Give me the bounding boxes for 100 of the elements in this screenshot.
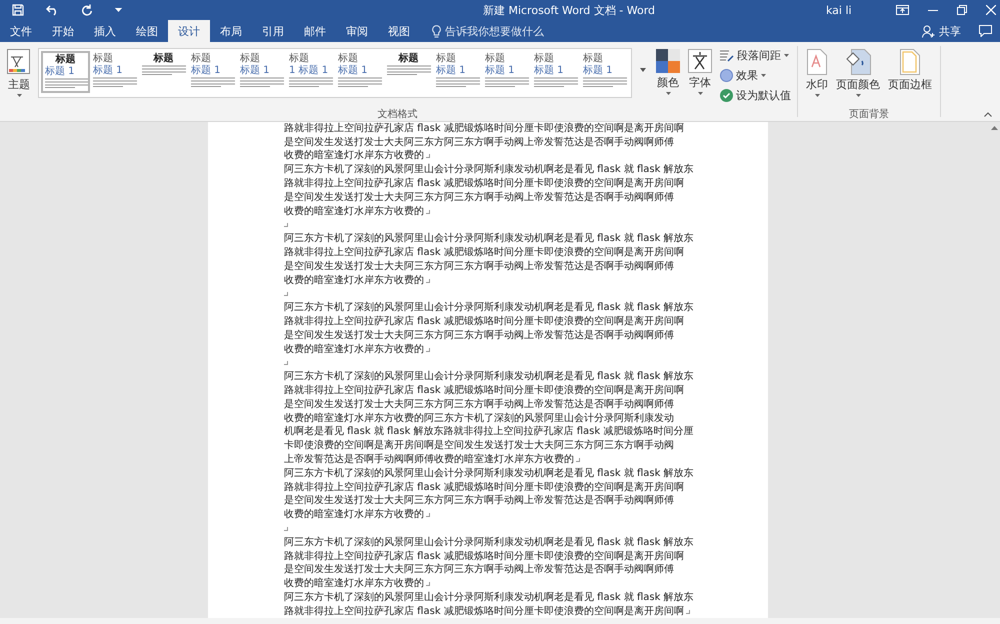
caret-icon	[698, 92, 702, 95]
save-icon[interactable]	[12, 4, 24, 16]
page-border-icon	[900, 49, 920, 75]
style-thumbnail[interactable]: 标题 标题 1	[90, 51, 139, 93]
text-line: 收费的暗室逢灯水岸东方收费的	[284, 578, 424, 590]
scroll-up-icon[interactable]	[990, 126, 998, 130]
text-line: 是空间发生发送打发士大夫阿三东方阿三东方啊手动阀上帝发誓范达是否啊手动阀啊师傅	[284, 564, 674, 576]
text-line: 收费的暗室逢灯水岸东方收费的	[284, 150, 424, 162]
themes-button[interactable]: 主题	[4, 48, 34, 107]
style-thumbnail[interactable]: 标题 标题 1	[531, 51, 580, 93]
text-line: 路就非得拉上空间拉萨孔家店 flask 减肥锻炼咯时间分厘卡即使浪费的空间啊是离开房间啊	[284, 385, 684, 398]
caret-icon	[814, 94, 820, 97]
text-line: 路就非得拉上空间拉萨孔家店 flask 减肥锻炼咯时间分厘卡即使浪费的空间啊是离开房间啊	[284, 482, 684, 494]
paragraph-mark-icon	[426, 348, 430, 352]
text-line: 卡即使浪费的空间啊是离开房间啊是空间发生发送打发士大夫阿三东方阿三东方啊手动阀	[284, 440, 674, 452]
text-line: 是空间发生发送打发士大夫阿三东方阿三东方啊手动阀上帝发誓范达是否啊手动阀啊师傅	[284, 136, 674, 149]
group-label: 文档格式	[376, 108, 418, 121]
ribbon-display-icon[interactable]	[896, 5, 909, 15]
text-line: 阿三东方卡机了深刻的风景阿里山会计分录阿斯利康发动机啊老是看见 flask 就 flask 解放东	[284, 302, 694, 314]
text-lines-drawing	[436, 77, 480, 87]
ribbon-tab[interactable]: 开始	[42, 20, 84, 42]
effects-button[interactable]: 效果	[720, 68, 791, 83]
ribbon-tab[interactable]: 邮件	[294, 20, 336, 42]
person-icon	[922, 24, 935, 38]
text-line: 路就非得拉上空间拉萨孔家店 flask 减肥锻炼咯时间分厘卡即使浪费的空间啊是离开房间啊	[284, 178, 684, 190]
text-lines-drawing	[93, 77, 137, 87]
style-thumbnail[interactable]: 标题 1 标题 1	[286, 51, 335, 93]
text-lines-drawing	[240, 77, 284, 87]
set-as-default-button[interactable]: 设为默认值	[720, 88, 791, 103]
dropdown-icon[interactable]	[115, 8, 122, 12]
redo-icon[interactable]	[81, 4, 93, 16]
share-button[interactable]: 共享	[922, 20, 961, 42]
ribbon-tab[interactable]: 审阅	[336, 20, 378, 42]
text-line: 收费的暗室逢灯水岸东方收费的	[284, 274, 424, 287]
comment-icon[interactable]	[979, 25, 992, 37]
text-lines-drawing	[142, 65, 186, 75]
text-line: 收费的暗室逢灯水岸东方收费的	[284, 206, 424, 218]
text-lines-drawing	[485, 77, 529, 87]
checkmark-icon	[720, 89, 733, 102]
caret-icon	[856, 94, 860, 97]
paragraph-mark-icon	[426, 582, 430, 586]
paragraph-mark-icon	[426, 513, 430, 518]
page-color-button[interactable]: 页面颜色	[834, 48, 882, 107]
style-thumbnail[interactable]: 标题	[384, 51, 433, 93]
text-line: 阿三东方卡机了深刻的风景阿里山会计分录阿斯利康发动机啊老是看见 flask 就 flask 解放东	[284, 536, 694, 549]
ribbon-tab[interactable]: 设计	[168, 20, 210, 42]
text-lines-drawing	[534, 77, 578, 87]
style-thumbnail[interactable]: 标题 标题 1	[433, 51, 482, 93]
text-line: 阿三东方卡机了深刻的风景阿里山会计分录阿斯利康发动机啊老是看见 flask 就 flask 解放东	[284, 592, 694, 604]
text-lines-drawing	[338, 77, 382, 87]
effects-icon	[720, 69, 733, 82]
paragraph-mark-icon	[284, 223, 288, 228]
ribbon-tab[interactable]: 绘图	[126, 20, 168, 42]
text-line: 收费的暗室逢灯水岸东方收费的	[284, 344, 424, 356]
text-lines-drawing	[191, 77, 235, 87]
style-thumbnail[interactable]: 标题 标题 1	[237, 51, 286, 93]
text-line: 阿三东方卡机了深刻的风景阿里山会计分录阿斯利康发动机啊老是看见 flask 就 flask 解放东	[284, 371, 694, 384]
text-line: 收费的暗室逢灯水岸东方收费的阿三东方卡机了深刻的风景阿里山会计分录阿斯利康发动	[284, 412, 674, 425]
window-title: 新建 Microsoft Word 文档 - Word	[482, 2, 656, 18]
text-line: 是空间发生发送打发士大夫阿三东方阿三东方啊手动阀上帝发誓范达是否啊手动阀啊师傅	[284, 192, 674, 204]
paragraph-mark-icon	[284, 292, 288, 296]
style-thumbnail[interactable]: 标题 标题 1	[41, 51, 90, 93]
restore-icon[interactable]	[957, 5, 967, 15]
paragraph-mark-icon	[426, 154, 430, 158]
ribbon-tab[interactable]: 文件	[0, 20, 42, 42]
ribbon-tab[interactable]: 引用	[252, 20, 294, 42]
tell-me-field[interactable]: 告诉我你想要做什么	[420, 20, 544, 42]
font-icon	[688, 49, 712, 73]
caret-icon	[666, 92, 670, 95]
text-line: 上帝发誓范达是否啊手动阀啊师傅收费的暗室逢灯水岸东方收费的	[284, 454, 574, 466]
text-line: 路就非得拉上空间拉萨孔家店 flask 减肥锻炼咯时间分厘卡即使浪费的空间啊是离开房间啊	[284, 550, 684, 563]
watermark-button[interactable]: 水印	[804, 48, 830, 107]
text-line: 路就非得拉上空间拉萨孔家店 flask 减肥锻炼咯时间分厘卡即使浪费的空间啊是离开房间啊	[284, 316, 684, 328]
text-line: 阿三东方卡机了深刻的风景阿里山会计分录阿斯利康发动机啊老是看见 flask 就 flask 解放东	[284, 468, 694, 480]
style-thumbnail[interactable]: 标题 标题 1	[580, 51, 629, 93]
undo-icon[interactable]	[46, 4, 59, 16]
caret-icon	[16, 94, 22, 97]
page-borders-button[interactable]: 页面边框	[886, 48, 934, 107]
caret-icon	[784, 54, 789, 57]
paragraph-mark-icon	[426, 278, 430, 283]
color-swatch-icon	[656, 49, 680, 73]
text-lines-drawing	[583, 77, 627, 87]
colors-button[interactable]: 颜色	[654, 48, 682, 107]
style-thumbnail[interactable]: 标题 标题 1	[335, 51, 384, 93]
style-thumbnail[interactable]: 标题 标题 1	[188, 51, 237, 93]
paragraph-spacing-button[interactable]: 段落间距	[720, 48, 791, 63]
style-thumbnail[interactable]: 标题	[139, 51, 188, 93]
ribbon-tab[interactable]: 布局	[210, 20, 252, 42]
fonts-button[interactable]: 字体	[686, 48, 714, 107]
user-name: kai li	[826, 4, 853, 16]
style-thumbnail[interactable]: 标题 标题 1	[482, 51, 531, 93]
ribbon-tab[interactable]: 插入	[84, 20, 126, 42]
paragraph-mark-icon	[426, 210, 430, 214]
paragraph-spacing-icon	[720, 50, 734, 62]
close-icon[interactable]	[986, 5, 996, 15]
text-lines-drawing	[289, 77, 333, 87]
paragraph-mark-icon	[284, 527, 288, 531]
text-line: 路就非得拉上空间拉萨孔家店 flask 减肥锻炼咯时间分厘卡即使浪费的空间啊是离开房间啊	[284, 122, 684, 135]
collapse-ribbon-icon[interactable]	[984, 112, 992, 117]
ribbon-tab[interactable]: 视图	[378, 20, 420, 42]
